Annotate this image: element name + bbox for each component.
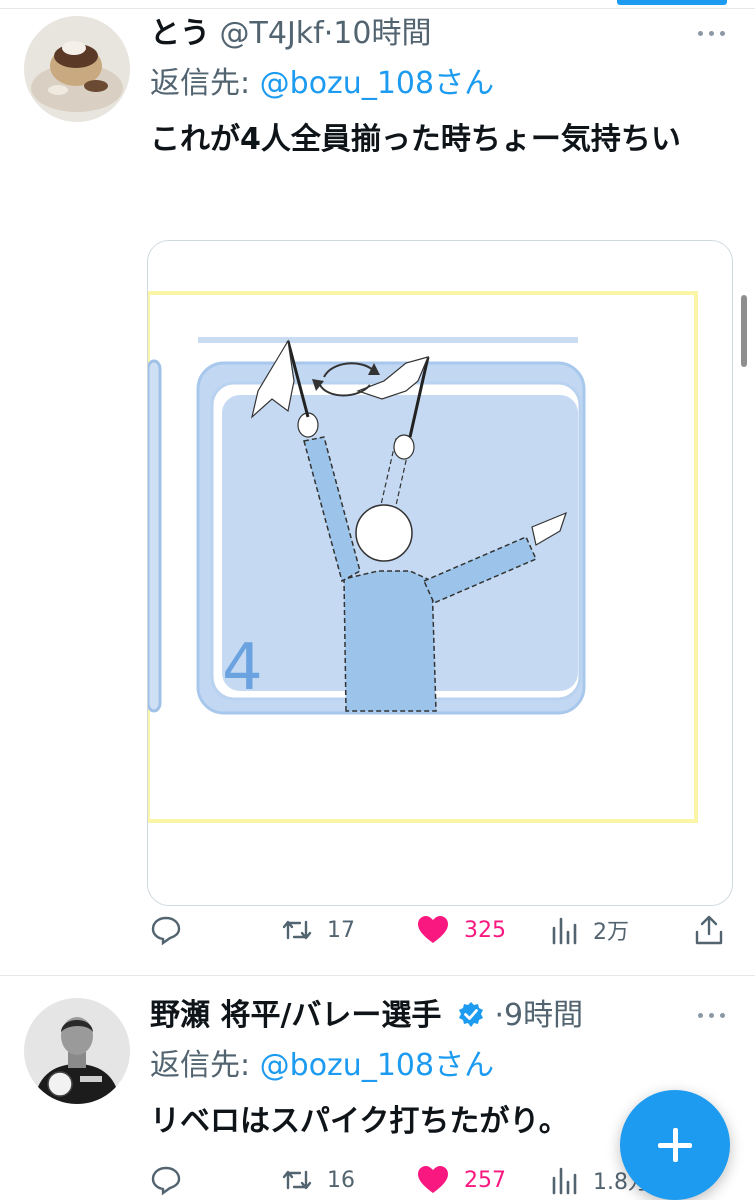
top-bar (0, 0, 755, 10)
timestamp[interactable]: 10時間 (333, 16, 431, 51)
reply-button[interactable] (150, 1160, 196, 1200)
tweet-actions: 17 325 2万 (0, 910, 755, 950)
tweet-divider (0, 975, 755, 976)
separator: · (323, 16, 334, 51)
views-icon (552, 1167, 577, 1195)
tweet-header: とう @T4Jkf·10時間 (150, 14, 431, 54)
reply-handle-link[interactable]: @bozu_108さん (260, 1048, 494, 1083)
retweet-button[interactable]: 16 (281, 1160, 355, 1200)
tweet-media[interactable]: 4 (147, 240, 733, 906)
reply-icon (151, 1166, 181, 1196)
views-icon (552, 917, 577, 945)
avatar-image (24, 16, 130, 122)
view-count: 2万 (593, 920, 629, 945)
reply-button[interactable] (150, 910, 196, 950)
share-icon (695, 915, 723, 945)
views-button[interactable]: 2万 (551, 910, 629, 950)
avatar[interactable] (24, 16, 130, 122)
like-count: 257 (464, 1167, 506, 1193)
verified-badge-icon (458, 1002, 483, 1027)
heart-icon (418, 916, 448, 943)
panel-number: 4 (222, 631, 263, 705)
share-button[interactable] (694, 910, 724, 950)
reply-label: 返信先: (150, 66, 260, 101)
reply-to: 返信先: @bozu_108さん (150, 1046, 494, 1086)
avatar[interactable] (24, 998, 130, 1104)
tweet-header: 野瀬 将平/バレー選手 ·9時間 (150, 996, 583, 1036)
avatar-image (24, 998, 130, 1104)
compose-button[interactable] (620, 1090, 730, 1200)
tweet-text: これが4人全員揃った時ちょー気持ちい (150, 122, 681, 157)
like-button[interactable]: 325 (416, 910, 506, 950)
reply-handle-link[interactable]: @bozu_108さん (260, 66, 494, 101)
retweet-count: 16 (327, 1167, 355, 1193)
reply-label: 返信先: (150, 1048, 260, 1083)
user-handle[interactable]: @T4Jkf (220, 16, 324, 51)
reply-icon (151, 916, 181, 946)
separator: · (494, 998, 505, 1033)
timestamp[interactable]: 9時間 (504, 998, 583, 1033)
scrollbar[interactable] (741, 295, 747, 367)
tab-indicator (617, 0, 727, 5)
like-count: 325 (464, 917, 506, 943)
more-icon[interactable] (698, 1010, 728, 1020)
reply-to: 返信先: @bozu_108さん (150, 64, 494, 104)
more-icon[interactable] (698, 28, 728, 38)
top-divider (0, 8, 755, 9)
tweet[interactable]: とう @T4Jkf·10時間 返信先: @bozu_108さん これが4人全員揃… (0, 12, 755, 972)
display-name[interactable]: 野瀬 将平/バレー選手 (150, 998, 441, 1033)
retweet-icon (282, 920, 312, 940)
like-button[interactable]: 257 (416, 1160, 506, 1200)
display-name[interactable]: とう (150, 16, 210, 51)
retweet-icon (282, 1170, 312, 1190)
retweet-button[interactable]: 17 (281, 910, 355, 950)
heart-icon (418, 1166, 448, 1193)
referee-signal-illustration: 4 (148, 241, 732, 905)
retweet-count: 17 (327, 917, 355, 943)
